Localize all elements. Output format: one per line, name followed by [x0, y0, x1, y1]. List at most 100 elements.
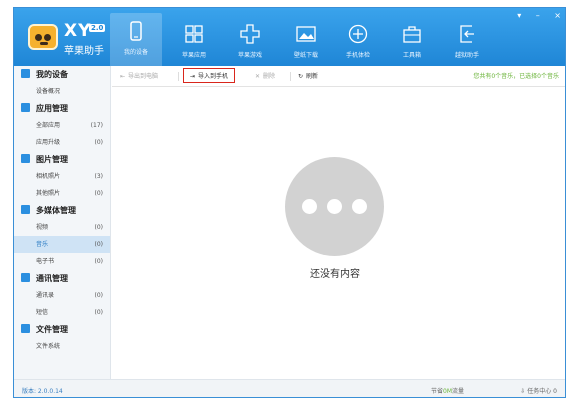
app-window: XY 2.0 苹果助手 我的设备 苹果应用 苹果游戏 壁纸下载 手机体检 工具箱	[13, 7, 566, 398]
sidebar-item-count: (0)	[94, 309, 104, 316]
delete-button[interactable]: ✕ 删除	[255, 71, 275, 80]
sidebar-item-count: (3)	[94, 173, 104, 180]
checkup-icon	[348, 24, 368, 44]
sidebar-item-music[interactable]: 音乐 (0)	[14, 236, 110, 253]
nav-apple-apps[interactable]: 苹果应用	[168, 16, 220, 66]
version-badge: 2.0	[89, 24, 106, 32]
nav-label: 工具箱	[402, 52, 421, 59]
refresh-label: 刷新	[306, 73, 319, 80]
media-manage-icon	[21, 205, 30, 214]
sidebar-item-all-apps[interactable]: 全部应用 (17)	[14, 117, 110, 134]
nav-label: 手机体检	[345, 52, 370, 59]
nav-jailbreak[interactable]: 越狱助手	[441, 16, 493, 66]
sidebar-item-count: (0)	[94, 241, 104, 248]
sidebar-section-comm-manage[interactable]: 通讯管理	[14, 270, 110, 287]
minimize-icon[interactable]: –	[536, 11, 540, 20]
sidebar-section-image-manage[interactable]: 图片管理	[14, 151, 110, 168]
delete-label: 删除	[263, 73, 276, 80]
sidebar-item-count: (0)	[94, 190, 104, 197]
sidebar-section-my-device[interactable]: 我的设备	[14, 66, 110, 83]
apps-grid-icon	[185, 25, 203, 43]
export-to-pc-button[interactable]: ⇤ 导出到电脑	[120, 71, 158, 80]
nav-wallpaper[interactable]: 壁纸下载	[280, 16, 332, 66]
selection-status: 您共有0个音乐，已选择0个音乐	[473, 73, 559, 80]
import-icon: ⇥	[190, 73, 196, 80]
brand-title: XY	[64, 21, 92, 41]
gamepad-icon	[240, 24, 260, 44]
nav-my-device[interactable]: 我的设备	[110, 13, 162, 66]
logo-icon	[28, 24, 58, 50]
nav-apple-games[interactable]: 苹果游戏	[224, 16, 276, 66]
refresh-button[interactable]: ↻ 刷新	[298, 71, 318, 80]
sidebar-section-label: 我的设备	[36, 70, 68, 79]
export-to-pc-label: 导出到电脑	[128, 73, 159, 80]
jailbreak-icon	[460, 25, 474, 43]
sidebar-item-label: 视频	[36, 224, 49, 231]
export-icon: ⇤	[120, 73, 126, 80]
sidebar-item-other-photos[interactable]: 其他照片 (0)	[14, 185, 110, 202]
sidebar-item-label: 通讯录	[36, 292, 55, 299]
comm-manage-icon	[21, 273, 30, 282]
sidebar-section-file-manage[interactable]: 文件管理	[14, 321, 110, 338]
sidebar-item-label: 全部应用	[36, 122, 61, 129]
traffic-saved: 节省0M流量	[431, 386, 464, 395]
sidebar-section-label: 应用管理	[36, 104, 68, 113]
sidebar-item-count: (0)	[94, 224, 104, 231]
sidebar-item-video[interactable]: 视频 (0)	[14, 219, 110, 236]
sidebar-item-contacts[interactable]: 通讯录 (0)	[14, 287, 110, 304]
sidebar-item-camera-photos[interactable]: 相机照片 (3)	[14, 168, 110, 185]
traffic-suffix: 流量	[452, 388, 465, 395]
sidebar-item-app-upgrade[interactable]: 应用升级 (0)	[14, 134, 110, 151]
sidebar-section-label: 通讯管理	[36, 274, 68, 283]
version-text: 版本: 2.0.0.14	[22, 388, 63, 395]
sidebar-item-label: 相机照片	[36, 173, 61, 180]
file-manage-icon	[21, 324, 30, 333]
sidebar-item-ebook[interactable]: 电子书 (0)	[14, 253, 110, 270]
nav-toolbox[interactable]: 工具箱	[386, 16, 438, 66]
sidebar-item-count: (17)	[90, 122, 103, 129]
nav-label: 越狱助手	[454, 52, 479, 59]
sidebar-section-label: 图片管理	[36, 155, 68, 164]
traffic-prefix: 节省	[431, 388, 444, 395]
image-manage-icon	[21, 154, 30, 163]
sidebar-section-label: 文件管理	[36, 325, 68, 334]
nav-label: 我的设备	[123, 49, 148, 56]
task-count: 0	[553, 388, 557, 395]
sidebar-item-label: 电子书	[36, 258, 55, 265]
refresh-icon: ↻	[298, 73, 304, 80]
sidebar-item-file-system[interactable]: 文件系统	[14, 338, 110, 355]
nav-label: 壁纸下载	[293, 52, 318, 59]
empty-state-text: 还没有内容	[310, 269, 360, 280]
status-bar: 版本: 2.0.0.14 节省0M流量 ⇩ 任务中心 0	[14, 379, 565, 397]
menu-icon[interactable]: ▾	[517, 11, 521, 20]
sidebar-item-label: 应用升级	[36, 139, 61, 146]
nav-label: 苹果应用	[181, 52, 206, 59]
sidebar-section-label: 多媒体管理	[36, 206, 76, 215]
delete-icon: ✕	[255, 73, 261, 80]
sidebar-item-sms[interactable]: 短信 (0)	[14, 304, 110, 321]
sidebar-section-media-manage[interactable]: 多媒体管理	[14, 202, 110, 219]
top-header: XY 2.0 苹果助手 我的设备 苹果应用 苹果游戏 壁纸下载 手机体检 工具箱	[14, 8, 565, 66]
divider	[178, 72, 179, 81]
sidebar-item-device-overview[interactable]: 设备概况	[14, 83, 110, 100]
close-icon[interactable]: ×	[554, 11, 561, 20]
sidebar: 我的设备 设备概况 应用管理 全部应用 (17) 应用升级 (0) 图片管理 相机照…	[14, 66, 111, 379]
sidebar-section-app-manage[interactable]: 应用管理	[14, 100, 110, 117]
sidebar-item-label: 音乐	[36, 241, 49, 248]
task-center-button[interactable]: ⇩ 任务中心 0	[520, 386, 557, 395]
nav-phone-checkup[interactable]: 手机体检	[332, 16, 384, 66]
wallpaper-icon	[296, 26, 316, 42]
toolbox-icon	[403, 26, 421, 43]
empty-state-icon	[285, 157, 384, 256]
toolbar: ⇤ 导出到电脑 ⇥ 导入到手机 ✕ 删除 ↻ 刷新 您共有0个音乐，已选择0个音乐	[112, 66, 565, 87]
brand-subtitle: 苹果助手	[64, 46, 104, 57]
traffic-value: 0M	[443, 388, 453, 395]
sidebar-item-count: (0)	[94, 292, 104, 299]
divider	[290, 72, 291, 81]
sidebar-item-label: 文件系统	[36, 343, 61, 350]
import-to-phone-button[interactable]: ⇥ 导入到手机	[183, 68, 236, 83]
nav-label: 苹果游戏	[237, 52, 262, 59]
sidebar-item-label: 设备概况	[36, 88, 61, 95]
task-center-label: 任务中心	[527, 388, 552, 395]
device-icon	[21, 69, 30, 78]
